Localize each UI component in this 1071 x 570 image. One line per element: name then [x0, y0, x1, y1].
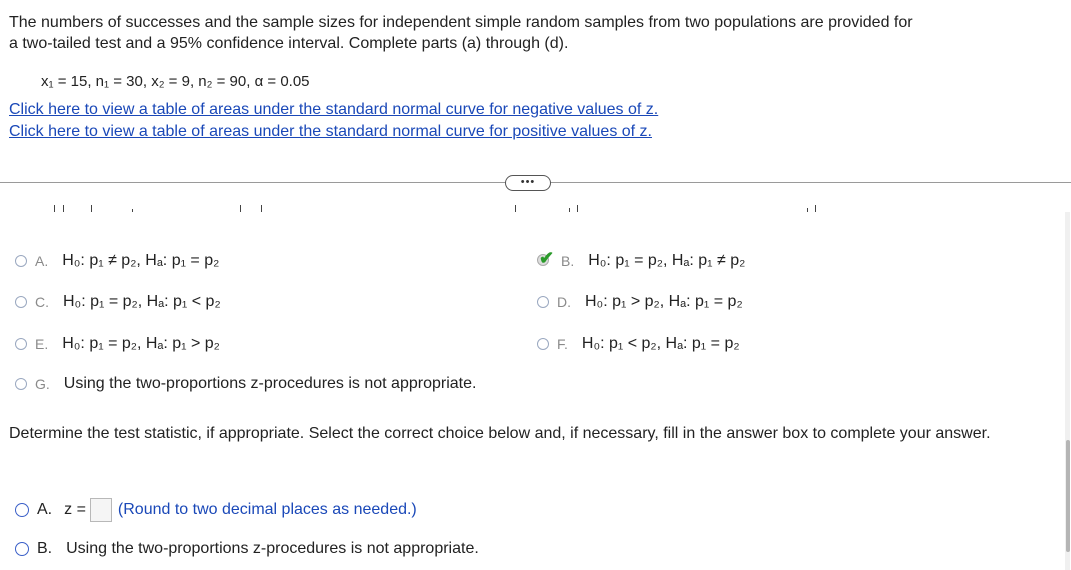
- option-text: H₀: p₁ > p₂, Hₐ: p₁ = p₂: [585, 293, 743, 310]
- radio-e[interactable]: [15, 338, 27, 350]
- option-letter: B.: [561, 253, 575, 269]
- option-letter: D.: [557, 294, 571, 310]
- problem-intro: The numbers of successes and the sample …: [9, 12, 913, 54]
- option-text: H₀: p₁ = p₂, Hₐ: p₁ > p₂: [62, 335, 220, 352]
- intro-line-2: a two-tailed test and a 95% confidence i…: [9, 35, 569, 52]
- option-text: H₀: p₁ < p₂, Hₐ: p₁ = p₂: [581, 335, 740, 352]
- option-letter: C.: [35, 294, 49, 310]
- vertical-scrollbar-thumb[interactable]: [1066, 440, 1070, 552]
- option-text: H₀: p₁ = p₂, Hₐ: p₁ ≠ p₂: [588, 252, 746, 269]
- option-letter: G.: [35, 376, 50, 392]
- option-text: H₀: p₁ = p₂, Hₐ: p₁ < p₂: [63, 293, 221, 310]
- radio-c[interactable]: [15, 296, 27, 308]
- option-text: H₀: p₁ ≠ p₂, Hₐ: p₁ = p₂: [62, 252, 220, 269]
- option-letter: A.: [35, 253, 49, 269]
- hypothesis-option-f[interactable]: F. H₀: p₁ < p₂, Hₐ: p₁ = p₂: [537, 335, 740, 353]
- radio-f[interactable]: [537, 338, 549, 350]
- radio-g[interactable]: [15, 378, 27, 390]
- hypothesis-option-g[interactable]: G. Using the two-proportions z-procedure…: [15, 375, 476, 393]
- negative-z-table-link[interactable]: Click here to view a table of areas unde…: [9, 101, 658, 119]
- hypothesis-option-e[interactable]: E. H₀: p₁ = p₂, Hₐ: p₁ > p₂: [15, 335, 220, 353]
- expand-more-button[interactable]: •••: [505, 175, 551, 191]
- option-letter: B.: [37, 540, 53, 557]
- given-parameters: x₁ = 15, n₁ = 30, x₂ = 9, n₂ = 90, α = 0…: [41, 73, 310, 90]
- radio-stat-b[interactable]: [15, 542, 29, 556]
- positive-z-table-link[interactable]: Click here to view a table of areas unde…: [9, 123, 652, 141]
- radio-a[interactable]: [15, 255, 27, 267]
- hypothesis-option-b[interactable]: ✔ B. H₀: p₁ = p₂, Hₐ: p₁ ≠ p₂: [537, 248, 746, 270]
- clipped-previous-content: [0, 205, 1071, 219]
- stat-option-a[interactable]: A. z = (Round to two decimal places as n…: [15, 498, 417, 522]
- test-statistic-prompt: Determine the test statistic, if appropr…: [9, 425, 991, 442]
- option-text: Using the two-proportions z-procedures i…: [63, 375, 477, 392]
- radio-b-selected[interactable]: ✔: [537, 248, 554, 268]
- hypothesis-option-c[interactable]: C. H₀: p₁ = p₂, Hₐ: p₁ < p₂: [15, 293, 221, 311]
- z-prefix: z =: [64, 501, 86, 518]
- hypothesis-option-a[interactable]: A. H₀: p₁ ≠ p₂, Hₐ: p₁ = p₂: [15, 252, 219, 270]
- radio-d[interactable]: [537, 296, 549, 308]
- option-text: Using the two-proportions z-procedures i…: [66, 540, 479, 557]
- option-letter: F.: [557, 336, 568, 352]
- rounding-note: (Round to two decimal places as needed.): [117, 501, 417, 518]
- option-letter: A.: [37, 501, 53, 518]
- hypothesis-option-d[interactable]: D. H₀: p₁ > p₂, Hₐ: p₁ = p₂: [537, 293, 743, 311]
- stat-option-b[interactable]: B. Using the two-proportions z-procedure…: [15, 540, 479, 558]
- checkmark-icon: ✔: [539, 248, 555, 268]
- radio-stat-a[interactable]: [15, 503, 29, 517]
- z-answer-input[interactable]: [89, 498, 112, 522]
- intro-line-1: The numbers of successes and the sample …: [9, 14, 913, 31]
- option-letter: E.: [35, 336, 49, 352]
